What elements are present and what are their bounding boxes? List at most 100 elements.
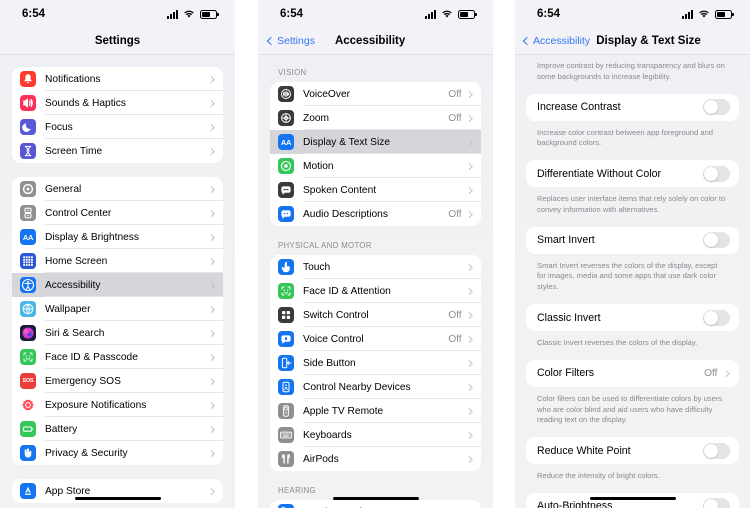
settings-row-battery[interactable]: Battery — [12, 417, 223, 441]
back-button-settings[interactable]: Settings — [266, 35, 315, 47]
privacy-security-icon — [20, 445, 36, 461]
row-label: Voice Control — [303, 333, 364, 345]
back-button-accessibility[interactable]: Accessibility — [522, 35, 591, 47]
settings-row-spoken-content[interactable]: Spoken Content — [270, 178, 481, 202]
setting-value: Off — [704, 367, 718, 379]
home-indicator-3 — [589, 496, 676, 500]
settings-row-focus[interactable]: Focus — [12, 115, 223, 139]
nav-bar-2: Settings Accessibility — [258, 28, 493, 54]
settings-row-apple-tv-remote[interactable]: Apple TV Remote — [270, 399, 481, 423]
settings-row-display-text-size[interactable]: AA Display & Text Size — [270, 130, 481, 154]
toggle-switch[interactable] — [703, 99, 730, 116]
apple-tv-remote-icon — [278, 403, 294, 419]
phone-screen-accessibility: 6:54 Settings Accessibility VISION Voice… — [258, 0, 493, 508]
accessibility-group: Touch Face ID & Attention Switch Control Of… — [270, 255, 481, 471]
voice-control-icon — [278, 331, 294, 347]
setting-label: Reduce White Point — [537, 444, 631, 457]
setting-row-color-filters[interactable]: Color Filters Off — [526, 359, 739, 387]
page-title-accessibility: Accessibility — [334, 35, 406, 47]
row-label: Touch — [303, 261, 331, 273]
settings-row-keyboards[interactable]: Keyboards — [270, 423, 481, 447]
settings-row-privacy-security[interactable]: Privacy & Security — [12, 441, 223, 465]
settings-row-wallpaper[interactable]: Wallpaper — [12, 297, 223, 321]
settings-row-audio-descriptions[interactable]: Audio Descriptions Off — [270, 202, 481, 226]
settings-row-touch[interactable]: Touch — [270, 255, 481, 279]
settings-row-control-center[interactable]: Control Center — [12, 201, 223, 225]
settings-row-emergency-sos[interactable]: SOS Emergency SOS — [12, 369, 223, 393]
toggle-switch[interactable] — [703, 442, 730, 459]
focus-icon — [20, 119, 36, 135]
settings-row-control-nearby-devices[interactable]: Control Nearby Devices — [270, 375, 481, 399]
toggle-switch[interactable] — [703, 232, 730, 249]
setting-row-increase-contrast[interactable]: Increase Contrast — [526, 93, 739, 121]
chevron-right-icon — [465, 263, 472, 271]
settings-row-voiceover[interactable]: VoiceOver Off — [270, 82, 481, 106]
row-label: Battery — [45, 423, 78, 435]
page-title-display-text-size: Display & Text Size — [596, 35, 701, 47]
display-text-size-scroll-area[interactable]: Improve contrast by reducing transparenc… — [515, 55, 750, 508]
settings-row-face-id-attention[interactable]: Face ID & Attention — [270, 279, 481, 303]
settings-row-motion[interactable]: Motion — [270, 154, 481, 178]
settings-row-accessibility[interactable]: Accessibility — [12, 273, 223, 297]
setting-row-classic-invert[interactable]: Classic Invert — [526, 304, 739, 332]
setting-label: Smart Invert — [537, 234, 595, 247]
settings-row-side-button[interactable]: Side Button — [270, 351, 481, 375]
section-header: PHYSICAL AND MOTOR — [278, 241, 372, 250]
back-button-label: Accessibility — [533, 35, 591, 47]
phone-screen-display-text-size: 6:54 Accessibility Display & Text Size I — [515, 0, 750, 508]
settings-row-siri-search[interactable]: Siri & Search — [12, 321, 223, 345]
chevron-right-icon — [207, 123, 214, 131]
row-label: Screen Time — [45, 145, 103, 157]
exposure-notifications-icon — [20, 397, 36, 413]
chevron-right-icon — [207, 425, 214, 433]
chevron-right-icon — [465, 90, 472, 98]
settings-row-general[interactable]: General — [12, 177, 223, 201]
settings-row-hearing-devices[interactable]: Hearing Devices — [270, 500, 481, 508]
chevron-right-icon — [207, 305, 214, 313]
settings-row-switch-control[interactable]: Switch Control Off — [270, 303, 481, 327]
toggle-knob — [704, 100, 718, 115]
home-screen-icon — [20, 253, 36, 269]
keyboards-icon — [278, 427, 294, 443]
row-label: Motion — [303, 160, 334, 172]
row-label: Home Screen — [45, 255, 108, 267]
setting-row-differentiate-without-color[interactable]: Differentiate Without Color — [526, 160, 739, 188]
settings-row-display-brightness[interactable]: AA Display & Brightness — [12, 225, 223, 249]
settings-row-exposure-notifications[interactable]: Exposure Notifications — [12, 393, 223, 417]
face-id-icon — [20, 349, 36, 365]
control-nearby-devices-icon — [278, 379, 294, 395]
status-icons — [682, 9, 734, 19]
chevron-right-icon — [465, 114, 472, 122]
row-label: Switch Control — [303, 309, 369, 321]
setting-row-reduce-white-point[interactable]: Reduce White Point — [526, 437, 739, 465]
accessibility-scroll-area[interactable]: VISION VoiceOver Off Zoom Off AA Display & Tex… — [258, 55, 493, 508]
settings-row-notifications[interactable]: Notifications — [12, 67, 223, 91]
row-label: Display & Brightness — [45, 231, 139, 243]
row-value: Off — [448, 208, 462, 220]
settings-row-screen-time[interactable]: Screen Time — [12, 139, 223, 163]
row-label: Display & Text Size — [303, 136, 391, 148]
chevron-right-icon — [465, 162, 472, 170]
control-center-icon — [20, 205, 36, 221]
setting-row-auto-brightness[interactable]: Auto-Brightness — [526, 492, 739, 508]
setting-row-smart-invert[interactable]: Smart Invert — [526, 226, 739, 254]
settings-row-sounds-haptics[interactable]: Sounds & Haptics — [12, 91, 223, 115]
status-time: 6:54 — [537, 8, 561, 20]
settings-row-voice-control[interactable]: Voice Control Off — [270, 327, 481, 351]
toggle-switch[interactable] — [703, 309, 730, 326]
settings-scroll-area[interactable]: Notifications Sounds & Haptics Focus Screen… — [0, 55, 235, 508]
toggle-switch[interactable] — [703, 165, 730, 182]
settings-row-airpods[interactable]: AirPods — [270, 447, 481, 471]
settings-row-home-screen[interactable]: Home Screen — [12, 249, 223, 273]
motion-icon — [278, 158, 294, 174]
status-bar-3: 6:54 — [515, 0, 750, 28]
settings-row-face-id-passcode[interactable]: Face ID & Passcode — [12, 345, 223, 369]
row-label: Audio Descriptions — [303, 208, 388, 220]
setting-label: Color Filters — [537, 367, 595, 380]
chevron-right-icon — [465, 359, 472, 367]
setting-label: Auto-Brightness — [537, 500, 613, 508]
row-label: Exposure Notifications — [45, 399, 147, 411]
settings-row-zoom[interactable]: Zoom Off — [270, 106, 481, 130]
toggle-switch[interactable] — [703, 498, 730, 508]
siri-search-icon — [20, 325, 36, 341]
